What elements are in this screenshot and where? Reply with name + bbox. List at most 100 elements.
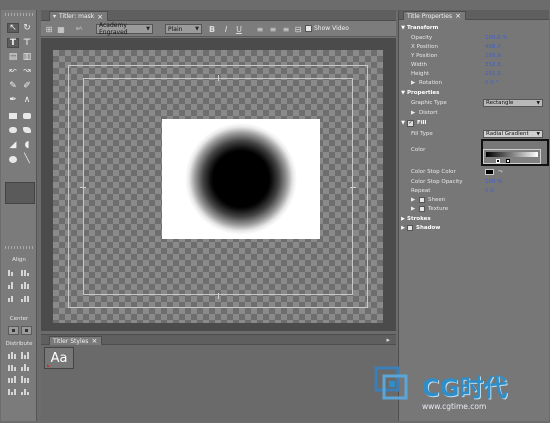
section-transform[interactable]: ▼ Transform xyxy=(399,24,550,32)
pen-tool-icon[interactable]: ✎ xyxy=(7,81,19,91)
eyedropper-icon[interactable]: ⤳ xyxy=(498,168,503,176)
clipped-corner-rectangle-icon[interactable] xyxy=(21,111,33,121)
collapse-triangle-icon[interactable]: ▶ xyxy=(399,225,407,231)
area-type-tool-icon[interactable]: ▤ xyxy=(7,52,19,62)
align-bottom-icon[interactable] xyxy=(21,294,31,302)
section-shadow[interactable]: ▶ Shadow xyxy=(399,224,550,232)
align-right-icon[interactable] xyxy=(8,294,18,302)
close-icon[interactable]: × xyxy=(97,13,103,21)
align-top-icon[interactable] xyxy=(21,268,31,276)
color-stop-swatch[interactable] xyxy=(485,169,494,175)
tab-stops-icon[interactable]: ⊟ xyxy=(293,24,303,34)
roll-crawl-icon[interactable]: ⊞ xyxy=(44,24,54,34)
expand-triangle-icon[interactable]: ▼ xyxy=(399,120,407,126)
selection-tool-icon[interactable]: ↖ xyxy=(7,23,19,33)
tab-menu-icon[interactable]: ▾ xyxy=(53,13,56,20)
align-right-text-icon[interactable]: ≡ xyxy=(281,24,291,34)
texture-checkbox[interactable] xyxy=(419,206,425,212)
vertical-path-type-tool-icon[interactable]: ↝ xyxy=(21,66,33,76)
collapse-triangle-icon[interactable]: ▶ xyxy=(399,216,407,222)
tab-titler-mask[interactable]: ▾ Titler: mask × xyxy=(49,11,109,21)
center-vertical-button[interactable] xyxy=(21,326,32,335)
tab-title-properties[interactable]: Title Properties × xyxy=(403,11,466,20)
bold-icon[interactable]: B xyxy=(207,24,217,34)
templates-icon[interactable]: ▦ xyxy=(56,24,66,34)
texture-expand-icon[interactable]: ▶ xyxy=(411,206,415,212)
style-thumbnail[interactable]: Aa xyxy=(44,347,74,369)
italic-icon[interactable]: I xyxy=(221,24,231,34)
repeat-value[interactable]: 0.0 xyxy=(485,188,494,194)
tab-titler-styles[interactable]: Titler Styles × xyxy=(49,336,103,345)
show-video-checkbox[interactable] xyxy=(305,25,312,32)
tab-properties-label: Title Properties xyxy=(407,12,453,20)
vertical-area-type-tool-icon[interactable]: ▥ xyxy=(21,52,33,62)
delete-anchor-icon[interactable]: ✐ xyxy=(21,81,33,91)
rectangle-tool-icon[interactable] xyxy=(7,111,19,121)
line-tool-icon[interactable]: ╲ xyxy=(21,154,33,164)
radial-gradient-rectangle[interactable] xyxy=(162,119,320,239)
row-y-position: Y Position 255.9 xyxy=(399,52,550,60)
section-fill[interactable]: ▼ ✓ Fill xyxy=(399,119,550,127)
ellipse-tool-icon[interactable] xyxy=(7,154,19,164)
section-strokes[interactable]: ▶ Strokes xyxy=(399,215,550,223)
distort-expand-icon[interactable]: ▶ xyxy=(411,110,415,116)
panel-menu-icon[interactable]: ▸ xyxy=(386,336,390,344)
expand-triangle-icon[interactable]: ▼ xyxy=(399,25,407,31)
align-left-icon[interactable] xyxy=(8,268,18,276)
vertical-type-tool-icon[interactable]: ⊤ xyxy=(21,38,33,48)
expand-triangle-icon[interactable]: ▼ xyxy=(399,90,407,96)
align-vcenter-icon[interactable] xyxy=(21,281,31,289)
height-value[interactable]: 251.3 xyxy=(485,71,501,77)
type-tool-icon[interactable]: T xyxy=(7,38,19,48)
rotation-expand-icon[interactable]: ▶ xyxy=(411,80,415,86)
color-stop-opacity-value[interactable]: 100 % xyxy=(485,179,502,185)
distribute-hspace-icon[interactable] xyxy=(8,387,18,395)
fill-type-select[interactable]: Radial Gradient ▼ xyxy=(483,130,543,138)
convert-anchor-icon[interactable]: ∧ xyxy=(21,95,33,105)
distribute-hcenter-icon[interactable] xyxy=(8,363,18,371)
distribute-top-icon[interactable] xyxy=(21,351,31,359)
font-style-select[interactable]: Plain ▼ xyxy=(165,24,202,34)
fill-checkbox[interactable]: ✓ xyxy=(407,119,414,127)
x-position-value[interactable]: 408.7 xyxy=(485,44,501,50)
font-family-select[interactable]: Academy Engraved ▼ xyxy=(96,22,153,36)
path-type-tool-icon[interactable]: ↜ xyxy=(7,66,19,76)
distribute-left-icon[interactable] xyxy=(8,351,18,359)
close-icon[interactable]: × xyxy=(455,12,461,20)
opacity-value[interactable]: 100.0 % xyxy=(485,35,508,41)
panel-grip[interactable] xyxy=(5,13,33,16)
align-hcenter-icon[interactable] xyxy=(8,281,18,289)
center-horizontal-button[interactable] xyxy=(8,326,19,335)
rounded-rectangle-icon[interactable] xyxy=(7,125,19,135)
rotation-tool-icon[interactable]: ↻ xyxy=(21,23,33,33)
close-icon[interactable]: × xyxy=(91,337,97,345)
add-anchor-icon[interactable]: ✒ xyxy=(7,95,19,105)
row-distort: ▶ Distort xyxy=(399,109,550,117)
row-repeat: Repeat 0.0 xyxy=(399,187,550,195)
align-left-text-icon[interactable]: ≡ xyxy=(255,24,265,34)
underline-icon[interactable]: U xyxy=(234,24,244,34)
title-canvas[interactable] xyxy=(53,50,383,323)
wedge-tool-icon[interactable]: ◢ xyxy=(7,140,19,150)
font-browse-icon[interactable]: ᵃᴬ xyxy=(74,24,84,34)
panel-grip-actions[interactable] xyxy=(5,246,33,249)
graphic-type-select[interactable]: Rectangle ▼ xyxy=(483,99,543,107)
distribute-vcenter-icon[interactable] xyxy=(21,363,31,371)
sheen-expand-icon[interactable]: ▶ xyxy=(411,197,415,203)
arc-tool-icon[interactable]: ◖ xyxy=(21,140,33,150)
titler-panel: ▾ Titler: mask × ⊞ ▦ ᵃᴬ Academy Engraved… xyxy=(41,10,396,331)
rotation-value[interactable]: 0.0 ° xyxy=(485,80,498,86)
align-center-text-icon[interactable]: ≡ xyxy=(268,24,278,34)
distribute-right-icon[interactable] xyxy=(8,375,18,383)
y-position-value[interactable]: 255.9 xyxy=(485,53,501,59)
titler-tabbar: ▾ Titler: mask × xyxy=(41,10,396,21)
sheen-checkbox[interactable] xyxy=(419,197,425,203)
distribute-vspace-icon[interactable] xyxy=(21,387,31,395)
titler-stage xyxy=(41,38,396,331)
rounded-corner-rectangle-icon[interactable] xyxy=(21,125,33,135)
distribute-bottom-icon[interactable] xyxy=(21,375,31,383)
width-value[interactable]: 352.3 xyxy=(485,62,501,68)
show-video-toggle[interactable]: Show Video xyxy=(305,25,349,32)
section-properties[interactable]: ▼ Properties xyxy=(399,89,550,97)
shadow-checkbox[interactable] xyxy=(407,225,413,231)
